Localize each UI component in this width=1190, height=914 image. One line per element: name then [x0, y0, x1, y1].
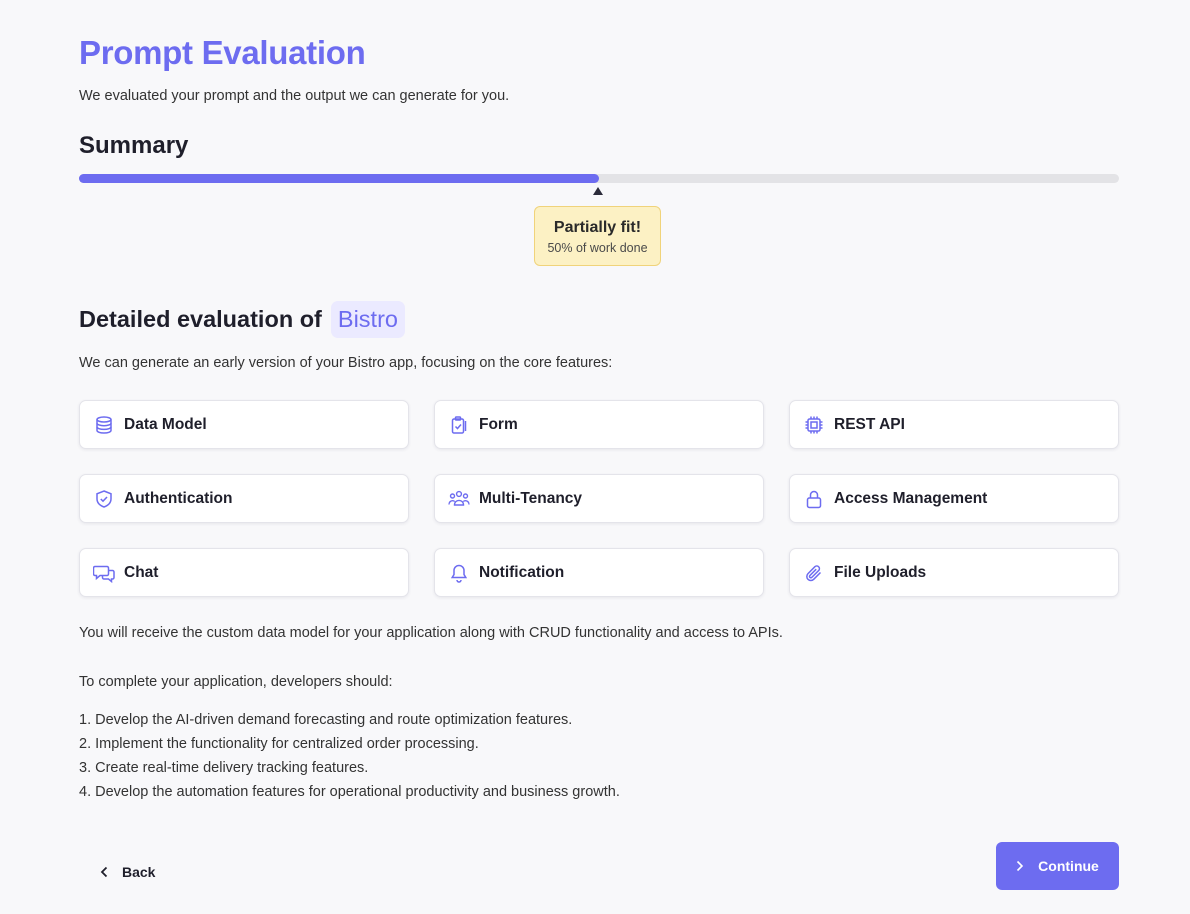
continue-button[interactable]: Continue: [996, 842, 1119, 890]
feature-label: File Uploads: [834, 563, 927, 581]
lock-icon: [803, 488, 825, 510]
feature-label: Access Management: [834, 489, 988, 507]
chevron-right-icon: [1017, 860, 1024, 872]
users-group-icon: [448, 488, 470, 510]
feature-label: Form: [479, 415, 518, 433]
feature-card-data-model: Data Model: [79, 400, 409, 449]
feature-card-multi-tenancy: Multi-Tenancy: [434, 474, 764, 523]
feature-card-access-management: Access Management: [789, 474, 1119, 523]
bell-icon: [448, 562, 470, 584]
list-item: 3. Create real-time delivery tracking fe…: [79, 760, 369, 776]
chat-bubbles-icon: [93, 562, 115, 584]
detail-description: We can generate an early version of your…: [79, 355, 613, 371]
feature-card-chat: Chat: [79, 548, 409, 597]
list-item: 2. Implement the functionality for centr…: [79, 736, 479, 752]
progress-marker-icon: [593, 187, 603, 195]
feature-label: Chat: [124, 563, 159, 581]
feature-card-notification: Notification: [434, 548, 764, 597]
shield-check-icon: [93, 488, 115, 510]
feature-label: Multi-Tenancy: [479, 489, 583, 507]
back-button-label: Back: [122, 864, 156, 880]
progress-fill: [79, 174, 599, 183]
fit-status-subtitle: 50% of work done: [547, 241, 648, 255]
detailed-evaluation-heading: Detailed evaluation of Bistro: [79, 298, 405, 340]
progress-bar: [79, 174, 1119, 183]
feature-card-form: Form: [434, 400, 764, 449]
feature-label: REST API: [834, 415, 905, 433]
fit-status-badge: Partially fit! 50% of work done: [534, 206, 661, 266]
database-icon: [93, 414, 115, 436]
chevron-left-icon: [100, 866, 108, 878]
detailed-evaluation-label: Detailed evaluation of: [79, 305, 322, 332]
list-item: 4. Develop the automation features for o…: [79, 784, 620, 800]
back-button[interactable]: Back: [100, 864, 155, 880]
fit-status-title: Partially fit!: [553, 219, 642, 236]
continue-button-label: Continue: [1038, 858, 1099, 874]
page-title: Prompt Evaluation: [79, 34, 366, 71]
feature-card-authentication: Authentication: [79, 474, 409, 523]
feature-card-rest-api: REST API: [789, 400, 1119, 449]
complete-description: To complete your application, developers…: [79, 674, 393, 690]
page-subtitle: We evaluated your prompt and the output …: [79, 88, 510, 104]
feature-card-file-uploads: File Uploads: [789, 548, 1119, 597]
feature-label: Data Model: [124, 415, 207, 433]
app-name-chip: Bistro: [330, 300, 405, 338]
list-item: 1. Develop the AI-driven demand forecast…: [79, 712, 573, 728]
feature-label: Authentication: [124, 489, 233, 507]
clipboard-check-icon: [448, 414, 470, 436]
summary-heading: Summary: [79, 132, 189, 159]
developer-steps-list: 1. Develop the AI-driven demand forecast…: [79, 708, 620, 804]
feature-label: Notification: [479, 563, 565, 581]
paperclip-icon: [803, 562, 825, 584]
receive-description: You will receive the custom data model f…: [79, 625, 783, 641]
chip-icon: [803, 414, 825, 436]
